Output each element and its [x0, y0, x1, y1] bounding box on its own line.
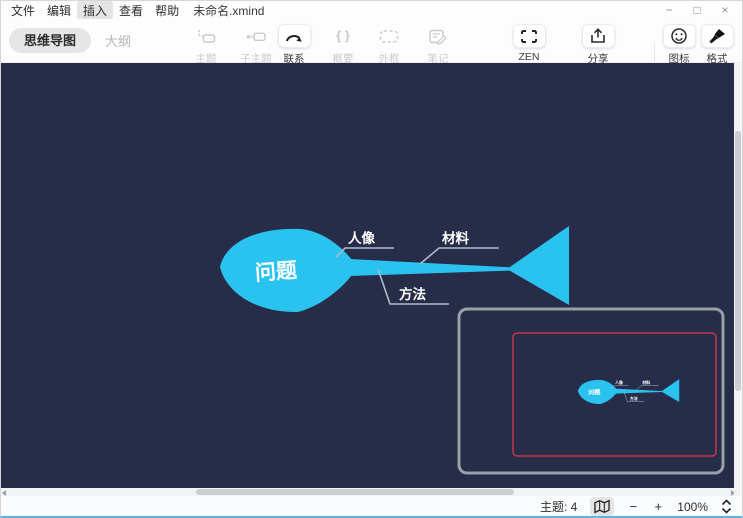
xmind-window: 文件 编辑 插入 查看 帮助 未命名.xmind − □ × 思维导图 大纲 主… [0, 0, 743, 518]
zen-button[interactable]: ZEN [506, 24, 552, 63]
format-brush-icon [701, 24, 734, 48]
svg-text:{ }: { } [336, 28, 350, 43]
share-button[interactable]: 分享 [575, 24, 621, 66]
topic-icon [190, 24, 223, 48]
window-controls: − □ × [662, 1, 738, 18]
menu-insert[interactable]: 插入 [77, 1, 113, 20]
vertical-scrollbar-thumb[interactable] [735, 131, 741, 391]
zoom-level: 100% [677, 500, 708, 514]
tab-mindmap[interactable]: 思维导图 [9, 28, 91, 53]
subtopic-icon [240, 24, 273, 48]
relationship-icon [278, 24, 311, 48]
branch-label-top-2[interactable]: 材料 [442, 230, 469, 246]
note-button[interactable]: 笔记 [415, 24, 461, 66]
topic-button[interactable]: 主题 [183, 24, 229, 66]
topic-count: 主题: 4 [540, 498, 577, 515]
emoji-icon [663, 24, 696, 48]
branch-label-bottom-1[interactable]: 方法 [399, 286, 426, 302]
summary-icon: { } [327, 24, 360, 48]
branch-line-cailiao [420, 248, 499, 264]
minimap-toggle-button[interactable] [590, 497, 614, 516]
mindmap-canvas[interactable]: 问题 人像 材料 方法 [1, 63, 736, 488]
status-bar: 主题: 4 − + 100% [1, 496, 742, 517]
toolbar: 思维导图 大纲 主题 子主题 [1, 19, 742, 63]
close-icon[interactable]: × [718, 3, 732, 17]
maximize-icon[interactable]: □ [690, 3, 704, 17]
vertical-scrollbar[interactable] [734, 63, 742, 488]
zoom-stepper[interactable] [721, 499, 732, 514]
chevron-up-down-icon [721, 499, 732, 514]
relationship-button[interactable]: 联系 [271, 24, 317, 66]
menu-view[interactable]: 查看 [113, 1, 149, 20]
note-icon [422, 24, 455, 48]
boundary-icon [373, 24, 406, 48]
menu-file[interactable]: 文件 [5, 1, 41, 20]
minimize-icon[interactable]: − [662, 3, 676, 17]
fishbone-tail[interactable] [507, 226, 569, 305]
minimap-panel[interactable] [459, 309, 723, 473]
horizontal-scrollbar-thumb[interactable] [196, 489, 514, 495]
scrollbar-corner [734, 488, 742, 496]
map-icon [593, 499, 611, 514]
zoom-out-button[interactable]: − [627, 499, 639, 514]
menu-help[interactable]: 帮助 [149, 1, 185, 20]
zoom-in-button[interactable]: + [652, 499, 664, 514]
root-topic-label[interactable]: 问题 [254, 259, 298, 285]
summary-button[interactable]: { } 概要 [320, 24, 366, 66]
menu-edit[interactable]: 编辑 [41, 1, 77, 20]
branch-label-top-1[interactable]: 人像 [348, 230, 375, 246]
boundary-button[interactable]: 外框 [366, 24, 412, 66]
zen-icon [513, 24, 546, 48]
tab-outline[interactable]: 大纲 [105, 31, 131, 50]
fishbone-diagram: 问题 人像 材料 方法 [220, 226, 569, 312]
view-tabs: 思维导图 大纲 [9, 28, 131, 53]
zen-button-label: ZEN [519, 51, 540, 63]
document-title: 未命名.xmind [193, 2, 264, 19]
menu-bar: 文件 编辑 插入 查看 帮助 未命名.xmind − □ × [1, 1, 742, 19]
fishbone-spine [350, 259, 513, 276]
horizontal-scrollbar[interactable] [1, 488, 736, 496]
format-button[interactable]: 格式 [694, 24, 740, 66]
scroll-left-icon[interactable] [2, 490, 6, 496]
share-icon [582, 24, 615, 48]
